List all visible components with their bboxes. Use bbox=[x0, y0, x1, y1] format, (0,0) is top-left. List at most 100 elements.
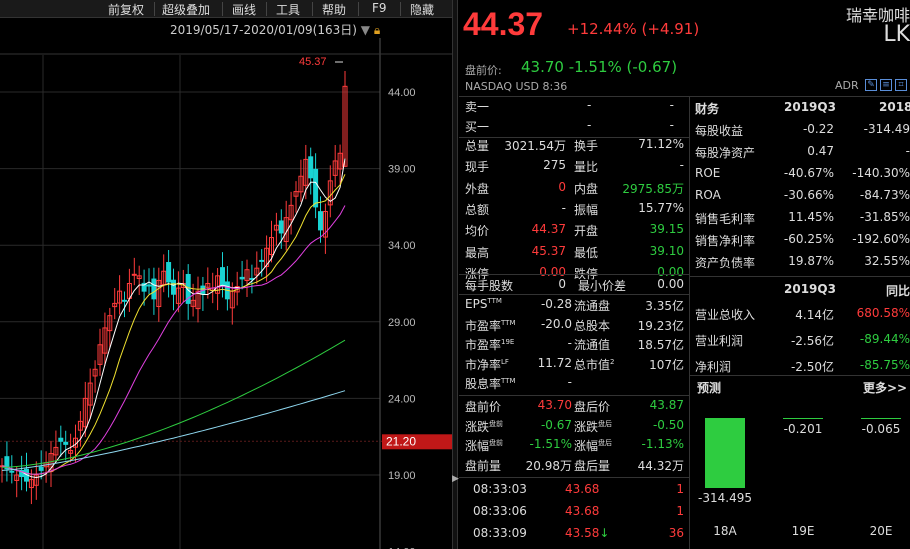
lot-value: 0 bbox=[558, 277, 566, 291]
orderbook-price: - bbox=[587, 118, 592, 132]
extended-value: -0.50 bbox=[652, 417, 684, 432]
stat-value: - bbox=[561, 200, 566, 215]
menu-f9[interactable]: F9 bbox=[372, 1, 387, 15]
forecast-more-link[interactable]: 更多>> bbox=[863, 379, 907, 396]
menu-draw[interactable]: 画线 bbox=[232, 1, 256, 18]
kline-svg[interactable]: 44.0039.0034.0029.0024.0019.0014.0021.20… bbox=[0, 18, 452, 549]
stock-ticker: LK bbox=[883, 22, 910, 47]
y-tick-label: 44.00 bbox=[388, 87, 416, 99]
finance-label: 每股收益 bbox=[695, 124, 744, 138]
finance-value-q3: 0.47 bbox=[807, 144, 834, 158]
down-arrow-icon: ↓ bbox=[599, 526, 610, 540]
tick-time: 08:33:06 bbox=[473, 504, 527, 518]
forecast-bar bbox=[783, 418, 823, 419]
lock-icon[interactable]: 🔒︎ bbox=[374, 23, 380, 37]
valuation-value: -0.28 bbox=[540, 297, 572, 311]
menu-bar: 前复权 超级叠加 画线 工具 帮助 F9 隐藏 bbox=[0, 0, 452, 18]
extended-label: 涨幅盘后 bbox=[574, 439, 613, 454]
menu-hide[interactable]: 隐藏 bbox=[410, 1, 434, 18]
finance-label: 资产负债率 bbox=[695, 256, 756, 270]
menu-tools[interactable]: 工具 bbox=[276, 1, 300, 18]
extended-value: -1.51% bbox=[529, 437, 572, 452]
orderbook-vol: - bbox=[669, 118, 674, 132]
orderbook-price: - bbox=[587, 98, 592, 112]
valuation-value: 3.35亿 bbox=[645, 299, 684, 313]
finance-value-q3: -30.66% bbox=[783, 188, 834, 202]
stat-label: 总额 bbox=[465, 202, 490, 217]
stock-terminal: 前复权 超级叠加 画线 工具 帮助 F9 隐藏 44.00 39.00 34.00 2… bbox=[0, 0, 910, 549]
stat-value: 275 bbox=[543, 158, 566, 173]
valuation-label: EPSTTM bbox=[465, 297, 502, 311]
valuation-value: 107亿 bbox=[649, 357, 684, 372]
collapse-arrow-icon[interactable]: ▶ bbox=[452, 474, 459, 484]
price-change: +12.44% (+4.91) bbox=[567, 20, 700, 38]
stat-label: 最高 bbox=[465, 245, 490, 260]
kline-chart[interactable]: 44.0039.0034.0029.0024.0019.0014.0021.20… bbox=[0, 18, 452, 549]
candle-body bbox=[146, 284, 152, 287]
extended-label: 盘前量 bbox=[465, 458, 502, 473]
forecast-value: -314.495 bbox=[698, 491, 752, 505]
lot-value: 0.00 bbox=[657, 277, 684, 291]
extended-label: 涨跌盘前 bbox=[465, 419, 504, 434]
last-price: 44.37 bbox=[463, 6, 544, 42]
valuation-label: 市盈率19E bbox=[465, 338, 515, 353]
stat-label: 总量 bbox=[465, 139, 490, 153]
finance-label: ROE bbox=[695, 166, 721, 180]
valuation-value: 11.72 bbox=[537, 355, 572, 370]
date-range-label: 2019/05/17-2020/01/09(163日) bbox=[170, 23, 357, 37]
stat-value: 44.37 bbox=[531, 222, 566, 237]
finance-value-2018: - bbox=[905, 144, 910, 158]
stat-label: 均价 bbox=[465, 224, 490, 239]
forecast-year: 19E bbox=[791, 524, 815, 538]
forecast-value: -0.065 bbox=[861, 422, 901, 436]
stat-value: 39.15 bbox=[649, 222, 684, 237]
forecast-bar bbox=[705, 418, 745, 488]
y-tick-label: 39.00 bbox=[388, 164, 416, 176]
range-dropdown-icon[interactable]: ▼ bbox=[361, 23, 370, 37]
superscript: 盘前 bbox=[489, 439, 504, 448]
candle-body bbox=[131, 273, 137, 276]
growth-value-q3: 4.14亿 bbox=[795, 308, 834, 322]
stat-label: 内盘 bbox=[574, 181, 599, 196]
candle-body bbox=[313, 168, 319, 208]
tick-price: 43.58↓ bbox=[565, 526, 610, 540]
stat-label: 量比 bbox=[574, 160, 599, 175]
valuation-label: 股息率TTM bbox=[465, 377, 516, 392]
finance-label: 销售净利率 bbox=[695, 234, 756, 248]
y-tick-label: 24.00 bbox=[388, 393, 416, 405]
y-tick-label: 19.00 bbox=[388, 470, 416, 482]
stat-label: 最低 bbox=[574, 245, 599, 260]
lot-label: 每手股数 bbox=[465, 279, 514, 293]
tick-volume: 36 bbox=[668, 526, 684, 540]
candle-body bbox=[9, 470, 15, 473]
finance-value-2018: -84.73% bbox=[859, 188, 910, 202]
menu-help[interactable]: 帮助 bbox=[322, 1, 346, 18]
edit-icon[interactable]: ✎ bbox=[865, 79, 877, 91]
candle-body bbox=[259, 259, 265, 262]
menu-fq[interactable]: 前复权 bbox=[108, 1, 144, 18]
extended-value: -1.13% bbox=[641, 437, 684, 452]
valuation-value: 19.23亿 bbox=[637, 318, 684, 333]
stat-value: 71.12% bbox=[638, 137, 684, 151]
stat-label: 现手 bbox=[465, 160, 490, 175]
valuation-label: 市盈率TTM bbox=[465, 318, 516, 333]
forecast-year: 20E bbox=[869, 524, 893, 538]
forecast-value: -0.201 bbox=[783, 422, 823, 436]
finance-value-2018: -314.49 bbox=[863, 122, 910, 136]
growth-label: 营业利润 bbox=[695, 334, 744, 348]
forecast-year: 18A bbox=[713, 524, 737, 538]
range-bar: 2019/05/17-2020/01/09(163日) ▼ 🔒︎ bbox=[170, 21, 380, 38]
valuation-label: 市净率LF bbox=[465, 357, 509, 372]
growth-label: 营业总收入 bbox=[695, 308, 756, 322]
extended-label: 涨幅盘前 bbox=[465, 439, 504, 454]
note-icon[interactable]: ≡ bbox=[880, 79, 892, 91]
candle-body bbox=[38, 466, 44, 471]
attach-icon[interactable]: ⌗ bbox=[895, 79, 907, 91]
candle-body bbox=[239, 276, 245, 280]
lot-label: 最小价差 bbox=[578, 279, 627, 293]
extended-value: 43.87 bbox=[649, 398, 684, 412]
superscript: 盘前 bbox=[489, 419, 504, 428]
panel-divider[interactable] bbox=[452, 0, 458, 549]
menu-overlay[interactable]: 超级叠加 bbox=[162, 1, 210, 18]
y-tick-label: 34.00 bbox=[388, 240, 416, 252]
